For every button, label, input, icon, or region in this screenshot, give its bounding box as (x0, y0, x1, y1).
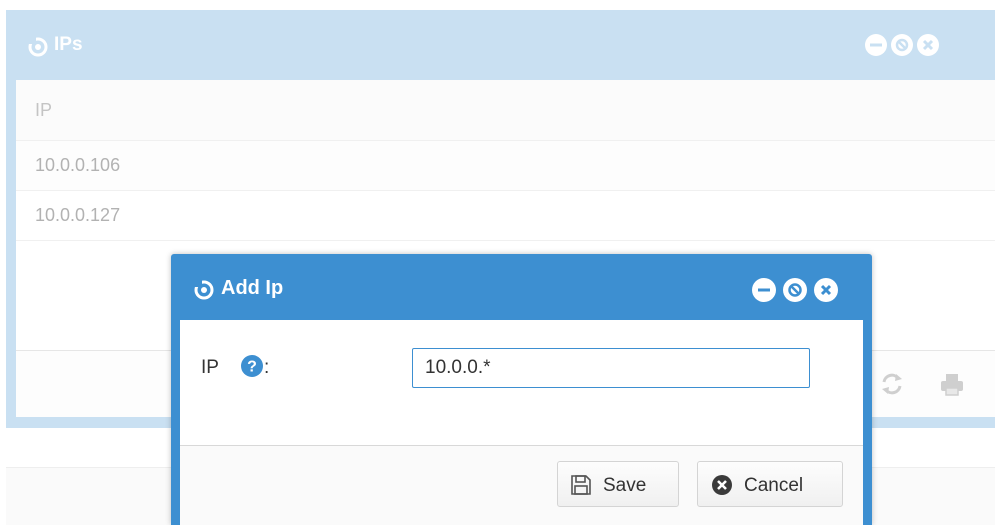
ips-window-titlebar: IPs (6, 10, 995, 80)
ip-input[interactable] (412, 348, 810, 388)
add-ip-dialog: Add Ip IP ?: 10.0.0.* Save Cancel (171, 254, 872, 525)
maximize-icon[interactable] (783, 278, 807, 302)
dialog-form: IP ? : (180, 320, 863, 446)
table-row[interactable]: 10.0.0.106 (16, 141, 995, 191)
print-icon[interactable] (936, 368, 968, 400)
save-button-label: Save (603, 475, 647, 496)
svg-text:?: ? (247, 359, 257, 376)
label-colon: : (264, 357, 270, 378)
minimize-icon[interactable] (865, 34, 887, 56)
page: IPs IP 10.0.0.106 10.0.0.127 Add Ip IP ?… (0, 0, 995, 525)
dialog-titlebar[interactable]: Add Ip (171, 254, 872, 320)
table-cell-ip: 10.0.0.106 (35, 155, 121, 175)
dialog-footer: Save Cancel (180, 446, 863, 525)
cancel-button-label: Cancel (744, 475, 804, 496)
cancel-button[interactable]: Cancel (697, 461, 843, 507)
app-logo-icon (192, 279, 214, 300)
dialog-title: Add Ip (221, 277, 284, 299)
save-button[interactable]: Save (557, 461, 679, 507)
maximize-icon[interactable] (891, 34, 913, 56)
table-row[interactable]: 10.0.0.127 (16, 191, 995, 241)
help-icon[interactable]: ? (240, 354, 264, 378)
floppy-disk-icon (571, 475, 591, 495)
column-header-ip: IP (35, 100, 53, 120)
close-icon[interactable] (917, 34, 939, 56)
dialog-controls (752, 278, 872, 302)
minimize-icon[interactable] (752, 278, 776, 302)
ip-field-label: IP (201, 357, 219, 378)
ips-window-title: IPs (54, 34, 83, 55)
refresh-icon[interactable] (876, 368, 908, 400)
grid-column-header[interactable]: IP (16, 80, 995, 141)
close-icon[interactable] (814, 278, 838, 302)
app-logo-icon (26, 36, 48, 57)
table-cell-ip: 10.0.0.127 (35, 205, 121, 225)
cancel-circle-icon (712, 475, 732, 495)
